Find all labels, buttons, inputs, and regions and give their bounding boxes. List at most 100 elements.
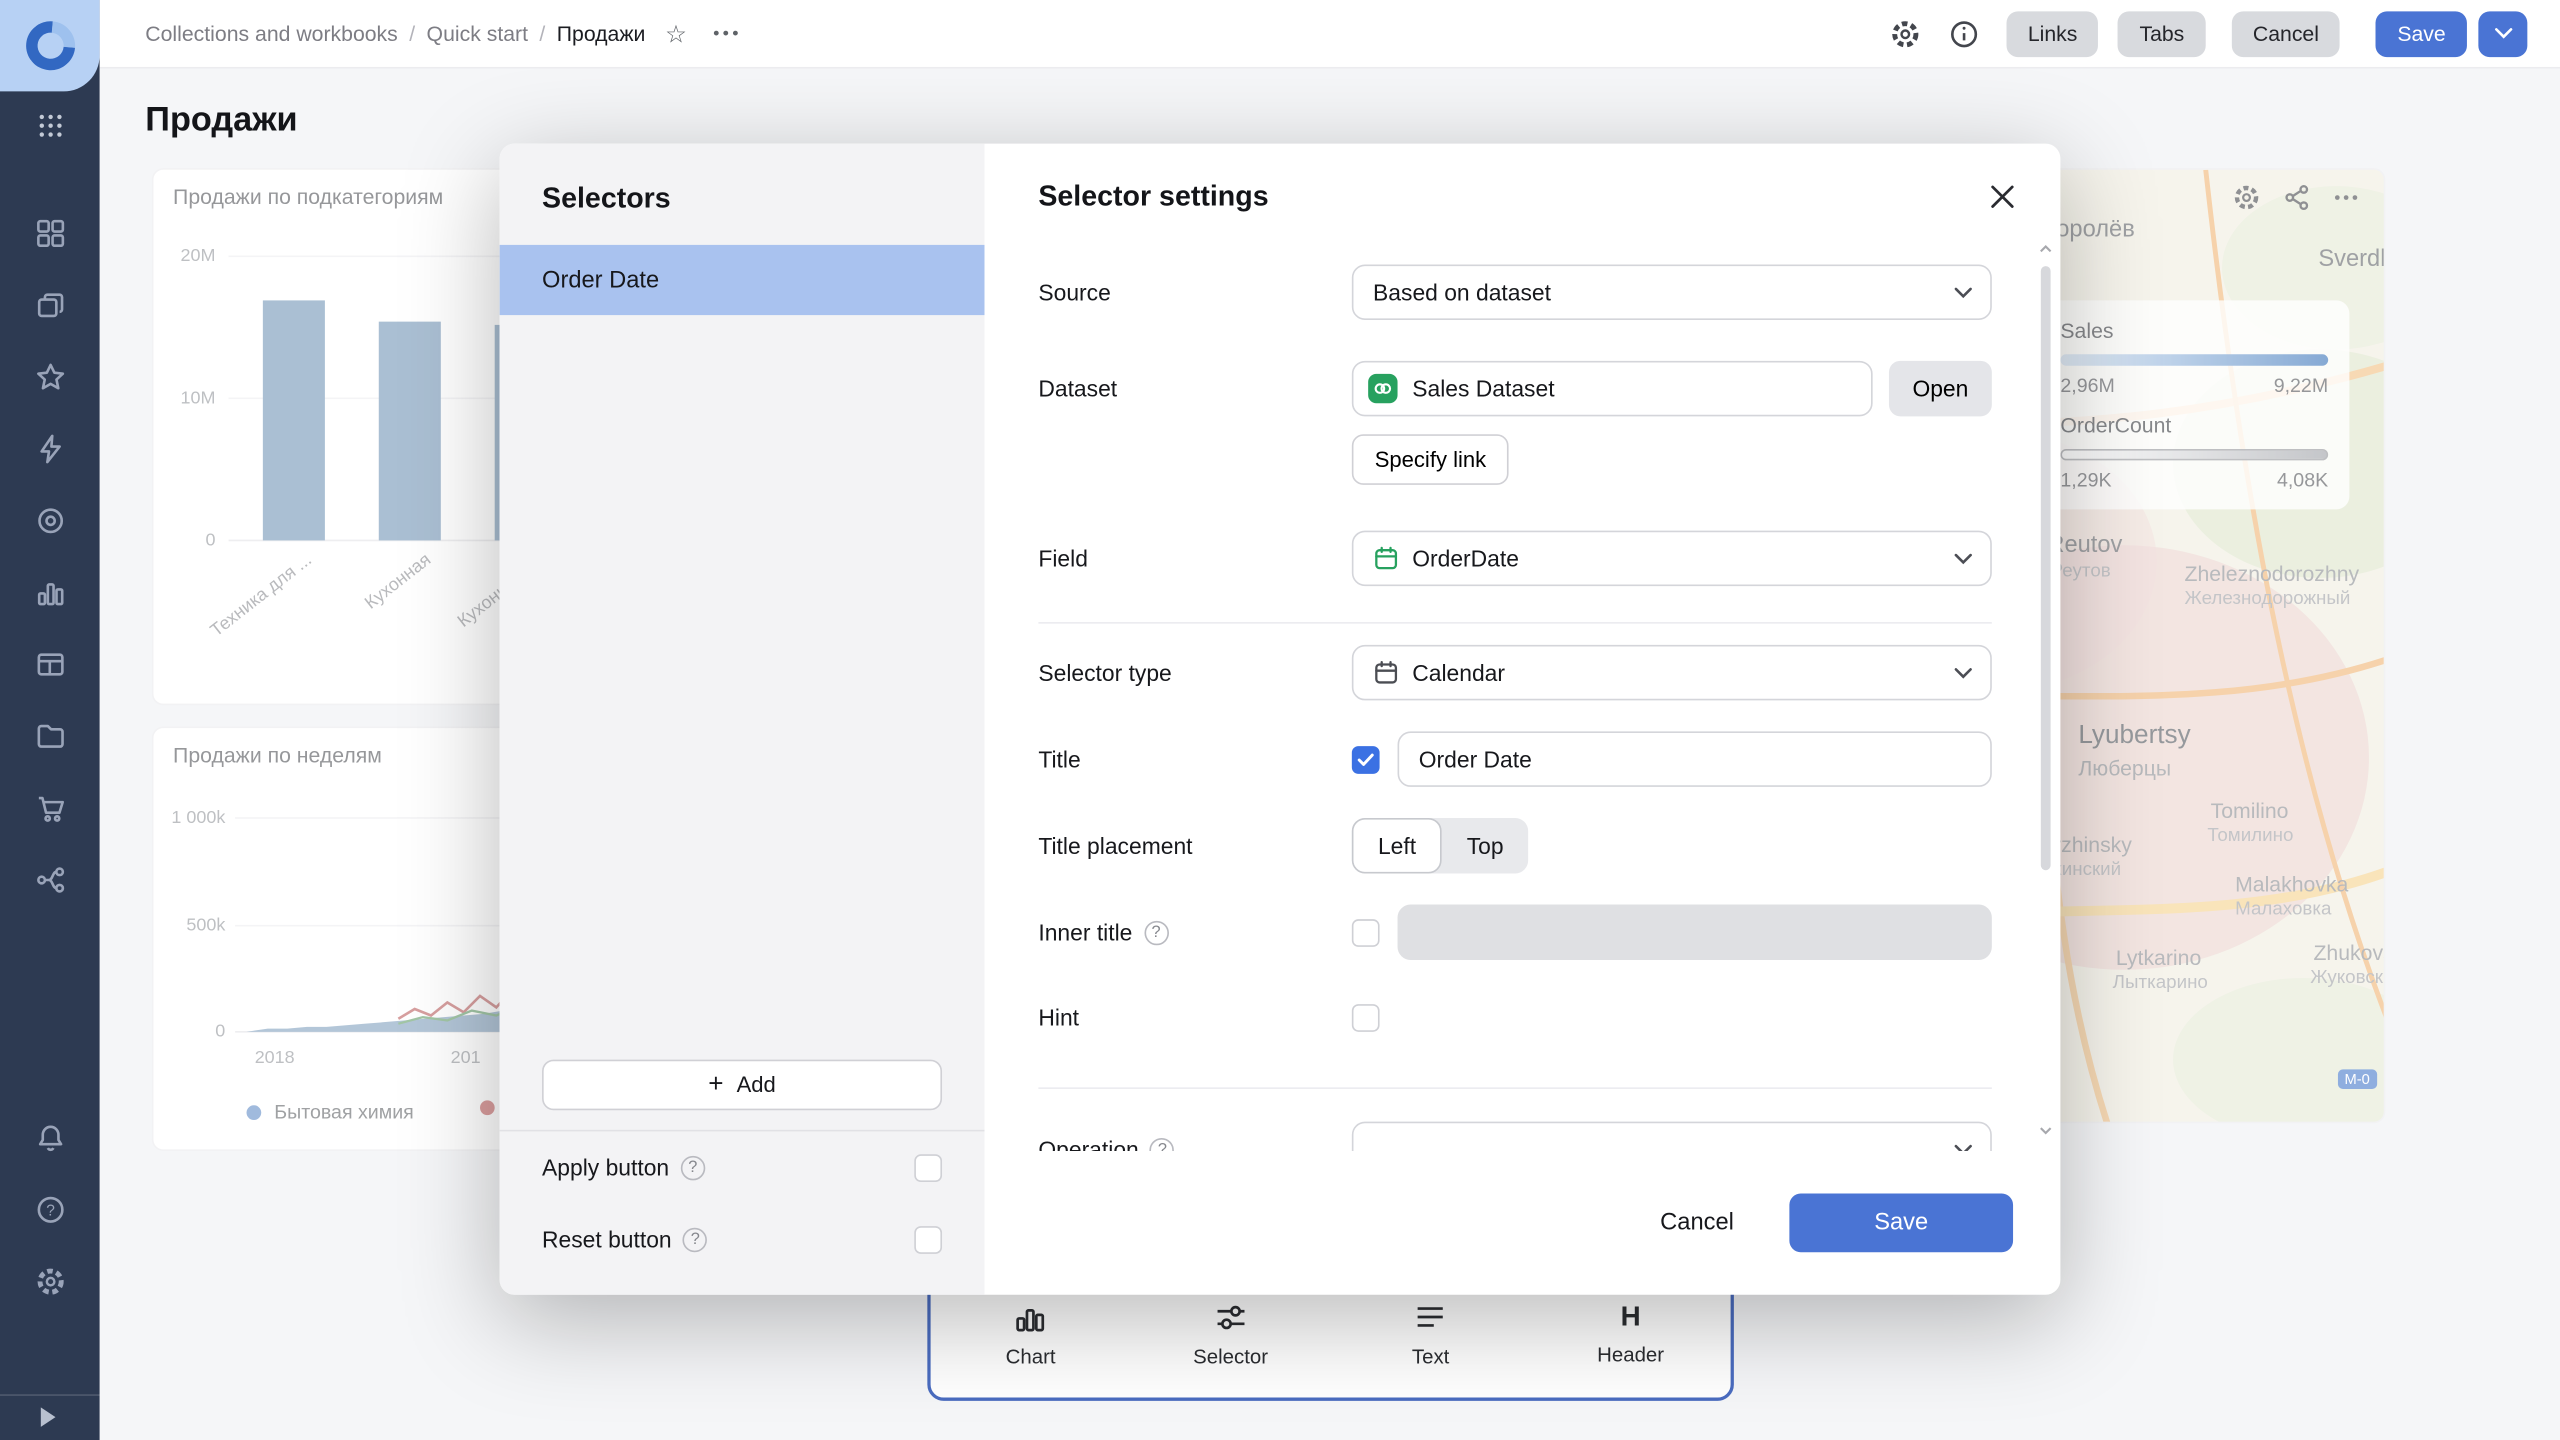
add-text-label: Text <box>1411 1345 1450 1369</box>
dataset-icon <box>1368 373 1398 404</box>
breadcrumb-collections[interactable]: Collections and workbooks <box>145 21 397 45</box>
dialog-cancel-button[interactable]: Cancel <box>1621 1193 1773 1252</box>
datalens-logo-icon <box>15 11 85 81</box>
source-select[interactable]: Based on dataset <box>1351 264 1992 320</box>
tabs-button[interactable]: Tabs <box>2118 10 2206 57</box>
reset-help-icon[interactable]: ? <box>683 1226 708 1252</box>
scrollbar-thumb[interactable] <box>2040 266 2051 871</box>
selector-settings-header: Selector settings <box>984 144 2060 229</box>
form-divider <box>1038 1087 1992 1089</box>
title-label: Title <box>1038 746 1081 773</box>
scroll-down-icon[interactable] <box>2039 1127 2052 1135</box>
add-selector-label: Selector <box>1193 1345 1269 1369</box>
scroll-up-icon[interactable] <box>2039 245 2052 253</box>
reset-button-checkbox[interactable] <box>914 1225 943 1254</box>
header-h-icon: H <box>1620 1301 1641 1333</box>
datasets-table-icon[interactable] <box>0 629 100 701</box>
selectors-panel-options: Apply button ? Reset button ? <box>500 1131 985 1294</box>
dataset-select[interactable]: Sales Dataset <box>1351 360 1873 417</box>
selectors-list: Order Date <box>499 244 985 1060</box>
header-actions: Links Tabs Cancel Save <box>1863 10 2528 57</box>
links-button[interactable]: Links <box>2006 10 2099 57</box>
apps-menu-icon[interactable] <box>0 104 100 146</box>
breadcrumb-current: Продажи <box>556 21 646 46</box>
breadcrumb-separator: / <box>409 21 416 46</box>
add-selector-list-button[interactable]: + Add <box>542 1059 943 1111</box>
breadcrumb-workbook[interactable]: Quick start <box>427 21 528 45</box>
selector-list-item[interactable]: Order Date <box>499 244 985 316</box>
storage-folder-icon[interactable] <box>0 700 100 772</box>
inner-title-checkbox[interactable] <box>1351 918 1380 947</box>
operation-select[interactable] <box>1351 1121 1992 1152</box>
selector-settings-form: Source Based on dataset Dataset Sales Da… <box>984 229 2060 1152</box>
add-selector-list-label: Add <box>736 1072 776 1098</box>
save-button[interactable]: Save <box>2376 10 2467 57</box>
chevron-down-icon <box>1954 1143 1972 1152</box>
field-label: Field <box>1038 545 1088 572</box>
add-header-label: Header <box>1597 1343 1665 1367</box>
selector-type-value: Calendar <box>1412 659 1506 686</box>
apply-button-label: Apply button <box>542 1154 670 1181</box>
selectors-panel: Selectors Order Date + Add Apply button … <box>499 143 985 1295</box>
expand-play-icon[interactable] <box>40 1407 56 1427</box>
inner-title-input <box>1397 904 1992 960</box>
dashboard-settings-gear-icon[interactable] <box>1889 17 1922 50</box>
editor-bolt-icon[interactable] <box>0 413 100 485</box>
hint-label: Hint <box>1038 1004 1080 1031</box>
sidebar: ? <box>0 0 100 1440</box>
monitoring-donut-icon[interactable] <box>0 485 100 557</box>
operation-help-icon[interactable]: ? <box>1150 1137 1175 1152</box>
page-title: Продажи <box>145 101 298 139</box>
app: ? Collections and workbooks / Quick star… <box>0 0 2560 1440</box>
title-input[interactable] <box>1397 731 1992 787</box>
notifications-bell-icon[interactable] <box>0 1117 100 1159</box>
reset-button-label: Reset button <box>542 1226 672 1253</box>
apply-help-icon[interactable]: ? <box>680 1155 706 1180</box>
chevron-down-icon <box>1954 552 1972 564</box>
charts-bars-icon[interactable] <box>0 557 100 629</box>
dataset-label: Dataset <box>1038 375 1118 402</box>
inner-title-help-icon[interactable]: ? <box>1143 919 1169 945</box>
breadcrumb-separator: / <box>539 21 546 46</box>
help-question-icon[interactable]: ? <box>0 1189 100 1231</box>
datalens-logo[interactable] <box>0 0 100 92</box>
dashboards-grid-icon[interactable] <box>0 198 100 270</box>
selectors-dialog: Selectors Order Date + Add Apply button … <box>499 143 2061 1295</box>
sidebar-divider <box>0 1394 100 1396</box>
cancel-button[interactable]: Cancel <box>2231 10 2341 57</box>
title-checkbox[interactable] <box>1351 745 1380 774</box>
top-header: Collections and workbooks / Quick start … <box>99 0 2560 69</box>
title-placement-segmented: Left Top <box>1351 817 1529 874</box>
selector-list-item-label: Order Date <box>542 266 660 294</box>
more-menu-icon[interactable]: ••• <box>713 24 742 44</box>
open-dataset-button[interactable]: Open <box>1888 360 1992 417</box>
title-placement-label: Title placement <box>1038 832 1193 859</box>
specify-link-button[interactable]: Specify link <box>1351 434 1510 485</box>
apply-button-checkbox[interactable] <box>914 1153 943 1182</box>
marketplace-cart-icon[interactable] <box>0 772 100 844</box>
save-dropdown-button[interactable] <box>2478 10 2528 57</box>
selector-settings-title: Selector settings <box>1038 178 1269 212</box>
selector-settings-panel: Selector settings Source Based on datase… <box>984 144 2060 1295</box>
close-icon[interactable] <box>1979 173 2025 219</box>
operation-label: Operation <box>1038 1136 1139 1152</box>
favorites-star-icon[interactable] <box>0 341 100 413</box>
info-icon[interactable] <box>1948 17 1981 50</box>
selector-type-select[interactable]: Calendar <box>1351 644 1992 701</box>
apply-button-option: Apply button ? <box>500 1131 985 1203</box>
collections-icon[interactable] <box>0 269 100 341</box>
placement-left-option[interactable]: Left <box>1351 817 1443 874</box>
field-select[interactable]: OrderDate <box>1351 530 1992 587</box>
inner-title-label: Inner title <box>1038 919 1133 946</box>
selector-type-label: Selector type <box>1038 659 1172 686</box>
selectors-panel-title: Selectors <box>542 181 671 214</box>
calendar-icon <box>1375 546 1398 570</box>
sidebar-nav <box>0 198 100 916</box>
placement-top-option[interactable]: Top <box>1442 818 1528 874</box>
dialog-save-button[interactable]: Save <box>1789 1193 2014 1253</box>
hint-checkbox[interactable] <box>1351 1003 1380 1032</box>
settings-gear-icon[interactable] <box>0 1260 100 1302</box>
field-value: OrderDate <box>1412 545 1519 572</box>
connections-flow-icon[interactable] <box>0 844 100 916</box>
favorite-star-icon[interactable]: ☆ <box>665 19 687 48</box>
